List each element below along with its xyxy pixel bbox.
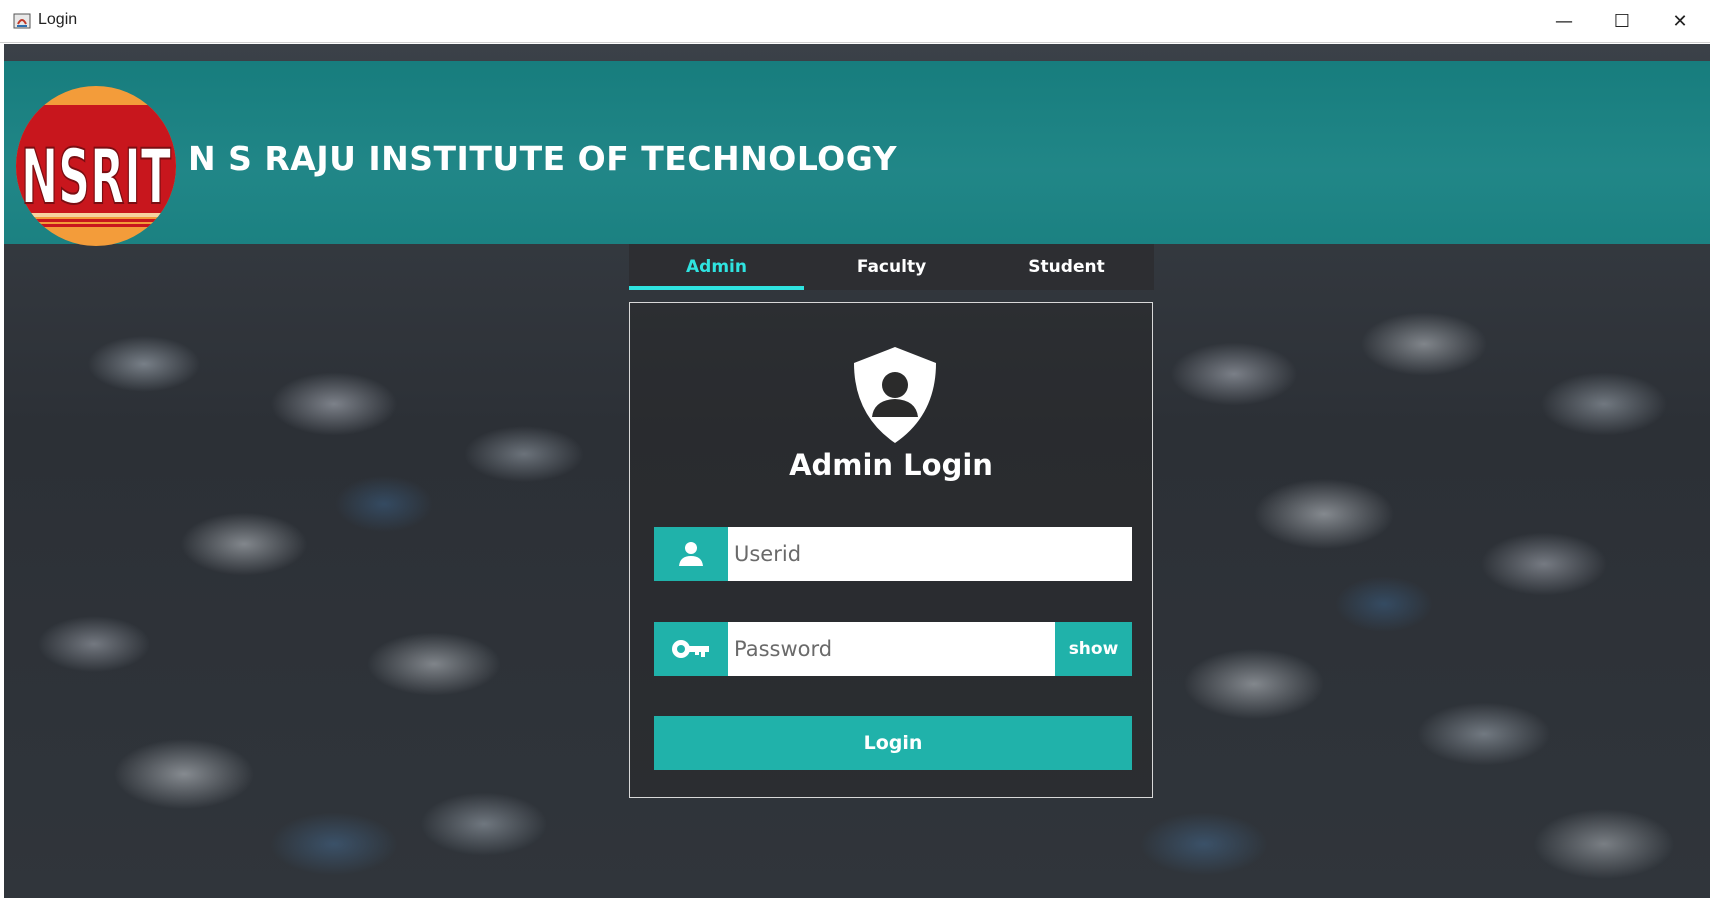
minimize-button[interactable]: — bbox=[1535, 0, 1593, 42]
maximize-button[interactable]: ☐ bbox=[1593, 0, 1651, 42]
close-button[interactable]: ✕ bbox=[1651, 0, 1709, 42]
close-icon: ✕ bbox=[1672, 10, 1688, 32]
window-title: Login bbox=[38, 11, 78, 28]
tab-admin[interactable]: Admin bbox=[629, 244, 804, 290]
header-banner: NSRIT N S RAJU INSTITUTE OF TECHNOLOGY bbox=[4, 61, 1710, 246]
userid-input[interactable] bbox=[728, 527, 1132, 581]
login-window: Login — ☐ ✕ NSRIT N S RAJU INSTITUTE OF … bbox=[0, 0, 1710, 898]
login-button[interactable]: Login bbox=[654, 716, 1132, 770]
maximize-icon: ☐ bbox=[1613, 10, 1631, 32]
login-panel: Admin Login Userid show Login bbox=[629, 302, 1153, 798]
title-bar: Login — ☐ ✕ bbox=[0, 0, 1710, 43]
admin-shield-icon bbox=[854, 347, 936, 443]
java-app-icon bbox=[13, 13, 31, 29]
minimize-icon: — bbox=[1555, 10, 1573, 32]
login-title: Admin Login bbox=[789, 448, 993, 482]
show-password-button[interactable]: show bbox=[1055, 622, 1132, 676]
institute-name: N S RAJU INSTITUTE OF TECHNOLOGY bbox=[188, 139, 897, 178]
role-tabs: Admin Faculty Student bbox=[629, 244, 1154, 290]
userid-field bbox=[654, 527, 1132, 581]
content-area: NSRIT N S RAJU INSTITUTE OF TECHNOLOGY A… bbox=[4, 44, 1710, 898]
password-field: show bbox=[654, 622, 1132, 676]
nsrit-logo: NSRIT bbox=[16, 86, 176, 246]
user-icon bbox=[654, 527, 728, 581]
tab-student[interactable]: Student bbox=[979, 244, 1154, 290]
tab-faculty[interactable]: Faculty bbox=[804, 244, 979, 290]
key-icon bbox=[654, 622, 728, 676]
password-input[interactable] bbox=[728, 622, 1055, 676]
svg-text:NSRIT: NSRIT bbox=[21, 132, 171, 221]
